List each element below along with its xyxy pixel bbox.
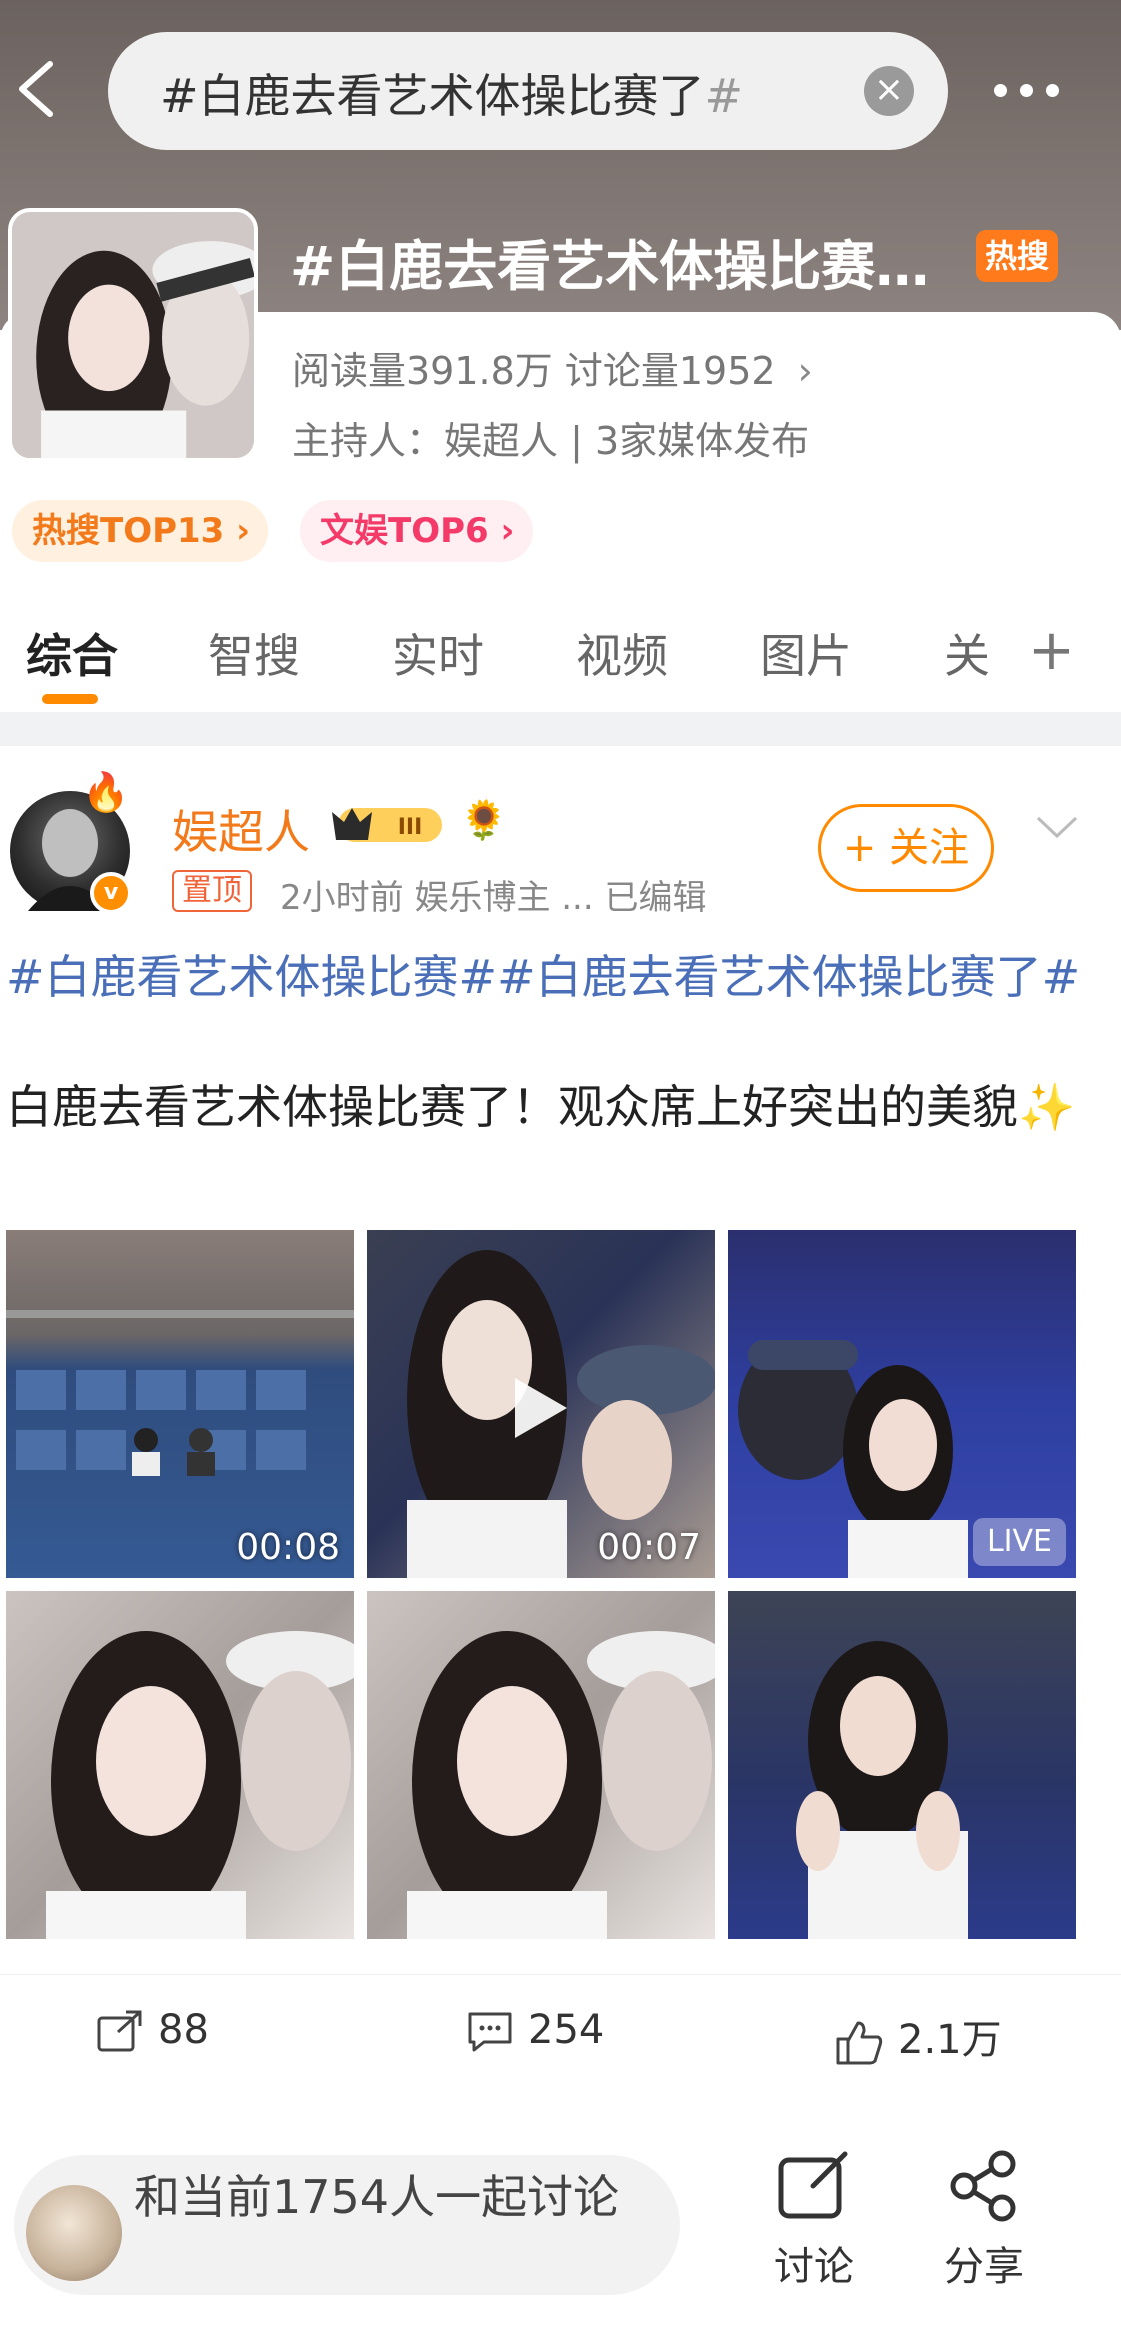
topic-host: 主持人：娱超人 | 3家媒体发布 (292, 419, 810, 463)
media-image-1[interactable] (6, 1591, 354, 1939)
search-query: #白鹿去看艺术体操比赛了# (160, 69, 744, 123)
chevron-down-icon[interactable] (1034, 812, 1080, 842)
discuss-placeholder: 和当前1754人一起讨论 (134, 2170, 620, 2224)
comment-button[interactable]: 254 (466, 2007, 604, 2054)
tab-smart-search[interactable]: 智搜 (208, 620, 300, 686)
pinned-badge: 置顶 (172, 870, 252, 912)
share-icon (950, 2150, 1016, 2222)
search-input[interactable]: #白鹿去看艺术体操比赛了# × (108, 32, 948, 150)
media-live-photo[interactable]: LIVE (728, 1230, 1076, 1578)
entertainment-rank-badge[interactable]: 文娱TOP6 › (300, 500, 533, 562)
top-bar: #白鹿去看艺术体操比赛了# × (0, 0, 1121, 180)
share-button[interactable]: 分享 (924, 2150, 1044, 2292)
topic-stats[interactable]: 阅读量391.8万 讨论量1952 › (292, 340, 813, 395)
topic-cover-image[interactable] (8, 208, 258, 462)
repost-count: 88 (158, 2007, 209, 2053)
topic-title: #白鹿去看艺术体操比赛… (290, 235, 930, 298)
thumbs-up-icon (836, 2021, 883, 2065)
post-hashtags[interactable]: #白鹿看艺术体操比赛##白鹿去看艺术体操比赛了# (6, 946, 1106, 1008)
repost-button[interactable]: 88 (96, 2007, 209, 2054)
media-video-1[interactable]: 00:08 (6, 1230, 354, 1578)
more-icon[interactable] (986, 64, 1106, 114)
tab-video[interactable]: 视频 (576, 620, 668, 686)
comment-count: 254 (528, 2007, 605, 2053)
media-image-2[interactable] (367, 1591, 715, 1939)
svg-text:III: III (398, 815, 423, 840)
bottom-bar: 和当前1754人一起讨论 讨论 分享 (0, 2120, 1121, 2351)
follow-button[interactable]: + 关注 (818, 804, 994, 892)
tab-realtime[interactable]: 实时 (392, 620, 484, 686)
share-arrow-icon (97, 2010, 142, 2052)
flame-icon: 🔥 (82, 770, 130, 814)
video-duration: 00:07 (597, 1527, 701, 1568)
discuss-button[interactable]: 讨论 (754, 2150, 874, 2292)
tab-comprehensive[interactable]: 综合 (26, 620, 118, 686)
like-count: 2.1万 (898, 2017, 1002, 2063)
discuss-input[interactable]: 和当前1754人一起讨论 (14, 2155, 680, 2295)
media-image-3[interactable] (728, 1591, 1076, 1939)
post-text: 白鹿去看艺术体操比赛了！观众席上好突出的美貌✨ (6, 1080, 1076, 1134)
verified-badge-icon: v (90, 872, 132, 914)
like-button[interactable]: 2.1万 (834, 2007, 1002, 2065)
media-video-2[interactable]: 00:07 (367, 1230, 715, 1578)
post-actions: 88 254 2.1万 (0, 1974, 1121, 2094)
chevron-left-icon[interactable] (12, 58, 62, 120)
video-duration: 00:08 (236, 1527, 340, 1568)
play-icon[interactable] (515, 1378, 567, 1438)
tab-images[interactable]: 图片 (760, 620, 852, 686)
hot-rank-badge[interactable]: 热搜TOP13 › (12, 500, 269, 562)
level-badge-icon: III (330, 802, 448, 848)
sunflower-icon: 🌻 (460, 798, 508, 842)
tab-bar: 综合 智搜 实时 视频 图片 关 + (0, 610, 1121, 710)
post-meta: 2小时前 娱乐博主 ... 已编辑 (280, 878, 707, 918)
share-label: 分享 (944, 2244, 1024, 2290)
edit-icon (778, 2151, 848, 2219)
live-badge: LIVE (972, 1518, 1066, 1566)
comment-icon (468, 2012, 512, 2052)
active-tab-indicator (42, 694, 98, 704)
clear-icon[interactable]: × (864, 66, 914, 116)
section-divider (0, 712, 1121, 746)
author-name[interactable]: 娱超人 (172, 796, 310, 862)
hot-badge: 热搜 (976, 230, 1058, 282)
discuss-label: 讨论 (774, 2244, 854, 2290)
tab-related[interactable]: 关 (944, 620, 990, 686)
user-avatar (26, 2185, 122, 2281)
add-tab-icon[interactable]: + (1028, 618, 1075, 683)
chevron-right-icon: › (797, 349, 813, 393)
